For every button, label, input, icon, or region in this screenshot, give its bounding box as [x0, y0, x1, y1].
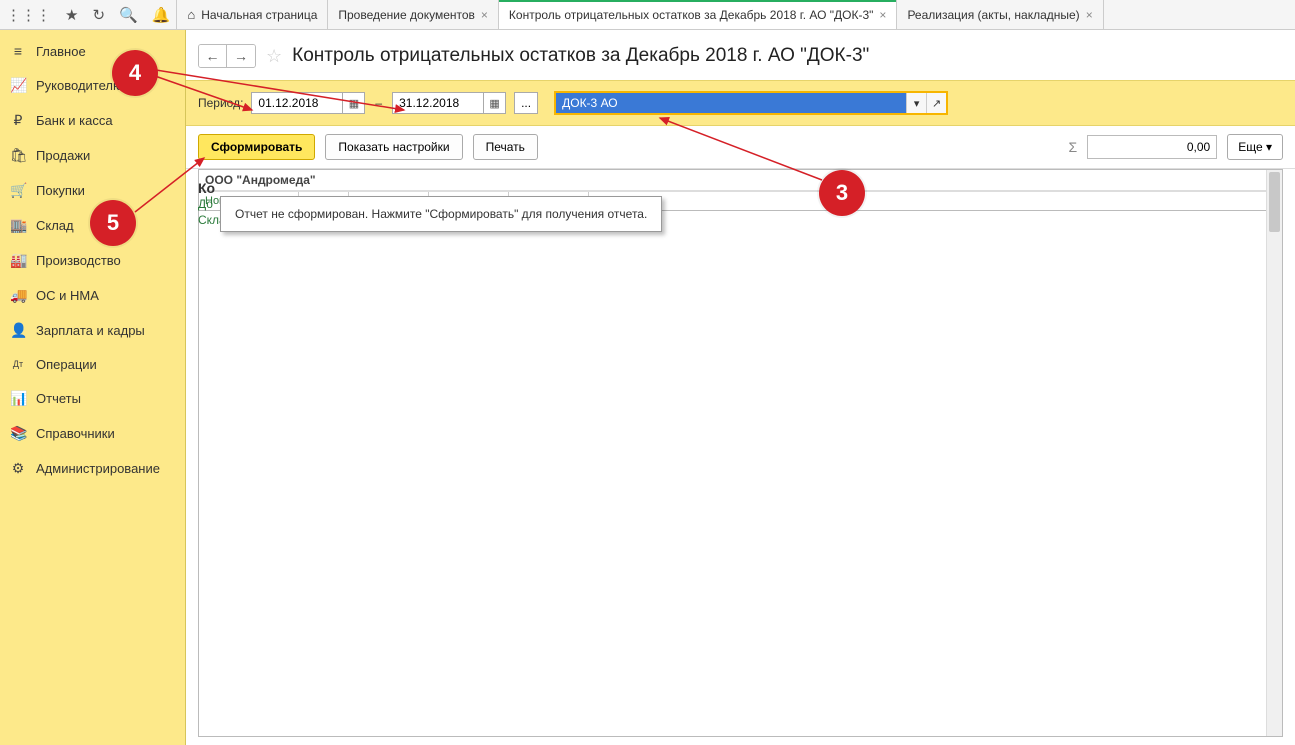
chevron-down-icon: ▾ [1266, 140, 1272, 154]
sidebar-label: Руководителю [36, 78, 123, 93]
sidebar-label: Банк и касса [36, 113, 113, 128]
tab-home[interactable]: ⌂ Начальная страница [177, 0, 328, 29]
sidebar-label: Склад [36, 218, 74, 233]
sidebar-label: Операции [36, 357, 97, 372]
debit-icon: Дт [10, 360, 26, 369]
nav-buttons: ← → [198, 44, 256, 68]
report-box: ООО "Андромеда" Номенклатура Счет [198, 169, 1283, 737]
period-picker-button[interactable]: ... [514, 92, 538, 114]
dash: – [373, 96, 384, 110]
sidebar-label: Производство [36, 253, 121, 268]
annotation-badge-3: 3 [819, 170, 865, 216]
sidebar-item-assets[interactable]: 🚚 ОС и НМА [0, 278, 185, 313]
calendar-icon[interactable]: ▦ [483, 93, 505, 113]
tooltip: Отчет не сформирован. Нажмите "Сформиров… [220, 196, 662, 232]
sidebar-item-admin[interactable]: ⚙ Администрирование [0, 451, 185, 486]
search-icon[interactable]: 🔍 [119, 6, 138, 24]
date-from-input[interactable] [252, 93, 342, 113]
menu-icon: ≡ [10, 43, 26, 59]
sidebar-item-hr[interactable]: 👤 Зарплата и кадры [0, 313, 185, 348]
tabs: ⌂ Начальная страница Проведение документ… [177, 0, 1103, 29]
scrollbar[interactable] [1266, 170, 1282, 736]
sidebar-item-main[interactable]: ≡ Главное [0, 34, 185, 68]
annotation-badge-4: 4 [112, 50, 158, 96]
home-icon: ⌂ [187, 7, 195, 22]
sidebar-item-catalogs[interactable]: 📚 Справочники [0, 416, 185, 451]
date-to-wrap: ▦ [392, 92, 506, 114]
popup-icon[interactable]: ↗ [926, 93, 946, 113]
close-icon[interactable]: × [1086, 8, 1093, 22]
page-title: Контроль отрицательных остатков за Декаб… [292, 45, 869, 67]
person-icon: 👤 [10, 322, 26, 339]
sidebar-label: Главное [36, 44, 86, 59]
sidebar-item-sales[interactable]: 🛍 Продажи [0, 138, 185, 173]
tab-documents[interactable]: Проведение документов × [328, 0, 499, 29]
bag-icon: 🛍 [10, 147, 26, 164]
truck-icon: 🚚 [10, 287, 26, 304]
bell-icon[interactable]: 🔔 [152, 6, 171, 24]
period-label: Период: [198, 96, 243, 110]
chevron-down-icon[interactable]: ▾ [906, 93, 926, 113]
sidebar-label: ОС и НМА [36, 288, 99, 303]
org-name: ООО "Андромеда" [199, 170, 1282, 191]
tab-label: Начальная страница [201, 8, 317, 22]
books-icon: 📚 [10, 425, 26, 442]
sidebar-label: Отчеты [36, 391, 81, 406]
history-icon[interactable]: ↻ [92, 6, 105, 24]
org-field: ▾ ↗ [554, 91, 948, 115]
tab-label: Реализация (акты, накладные) [907, 8, 1079, 22]
sum-input[interactable] [1087, 135, 1217, 159]
sidebar-item-reports[interactable]: 📊 Отчеты [0, 381, 185, 416]
tab-negative-balance[interactable]: Контроль отрицательных остатков за Декаб… [499, 0, 898, 29]
tab-label: Проведение документов [338, 8, 475, 22]
sidebar-label: Зарплата и кадры [36, 323, 145, 338]
warehouse-icon: 🏬 [10, 217, 26, 234]
chart-icon: 📈 [10, 77, 26, 94]
show-settings-button[interactable]: Показать настройки [325, 134, 462, 160]
back-button[interactable]: ← [199, 45, 227, 67]
star-icon[interactable]: ★ [65, 6, 78, 24]
bars-icon: 📊 [10, 390, 26, 407]
action-row: Сформировать Показать настройки Печать Σ… [186, 126, 1295, 169]
sidebar: ≡ Главное 📈 Руководителю ₽ Банк и касса 🛍 Пр… [0, 30, 186, 745]
apps-icon[interactable]: ⋮⋮⋮ [6, 6, 51, 24]
calendar-icon[interactable]: ▦ [342, 93, 364, 113]
sum-icon: Σ [1069, 139, 1078, 155]
factory-icon: 🏭 [10, 252, 26, 269]
report-area: ООО "Андромеда" Номенклатура Счет [186, 169, 1295, 745]
content: ← → ☆ Контроль отрицательных остатков за… [186, 30, 1295, 745]
sidebar-label: Продажи [36, 148, 90, 163]
sidebar-item-purchases[interactable]: 🛒 Покупки [0, 173, 185, 208]
sidebar-label: Администрирование [36, 461, 160, 476]
gear-icon: ⚙ [10, 460, 26, 477]
title-row: ← → ☆ Контроль отрицательных остатков за… [186, 30, 1295, 80]
top-bar: ⋮⋮⋮ ★ ↻ 🔍 🔔 ⌂ Начальная страница Проведе… [0, 0, 1295, 30]
tab-label: Контроль отрицательных остатков за Декаб… [509, 8, 874, 22]
annotation-badge-5: 5 [90, 200, 136, 246]
close-icon[interactable]: × [879, 8, 886, 22]
date-from-wrap: ▦ [251, 92, 365, 114]
sidebar-item-production[interactable]: 🏭 Производство [0, 243, 185, 278]
sidebar-label: Справочники [36, 426, 115, 441]
print-button[interactable]: Печать [473, 134, 538, 160]
close-icon[interactable]: × [481, 8, 488, 22]
cart-icon: 🛒 [10, 182, 26, 199]
sidebar-label: Покупки [36, 183, 85, 198]
date-to-input[interactable] [393, 93, 483, 113]
favorite-icon[interactable]: ☆ [266, 46, 282, 67]
sidebar-item-operations[interactable]: Дт Операции [0, 348, 185, 381]
icon-strip: ⋮⋮⋮ ★ ↻ 🔍 🔔 [0, 0, 177, 29]
sidebar-item-bank[interactable]: ₽ Банк и касса [0, 103, 185, 138]
ruble-icon: ₽ [10, 112, 26, 129]
scroll-thumb[interactable] [1269, 172, 1280, 232]
filter-row: Период: ▦ – ▦ ... ▾ ↗ [186, 80, 1295, 126]
behind-line: Ко [198, 180, 233, 196]
tab-sales[interactable]: Реализация (акты, накладные) × [897, 0, 1103, 29]
more-button[interactable]: Еще ▾ [1227, 134, 1283, 160]
org-input[interactable] [556, 93, 906, 113]
tooltip-text: Отчет не сформирован. Нажмите "Сформиров… [235, 207, 647, 221]
forward-button[interactable]: → [227, 45, 255, 67]
generate-button[interactable]: Сформировать [198, 134, 315, 160]
